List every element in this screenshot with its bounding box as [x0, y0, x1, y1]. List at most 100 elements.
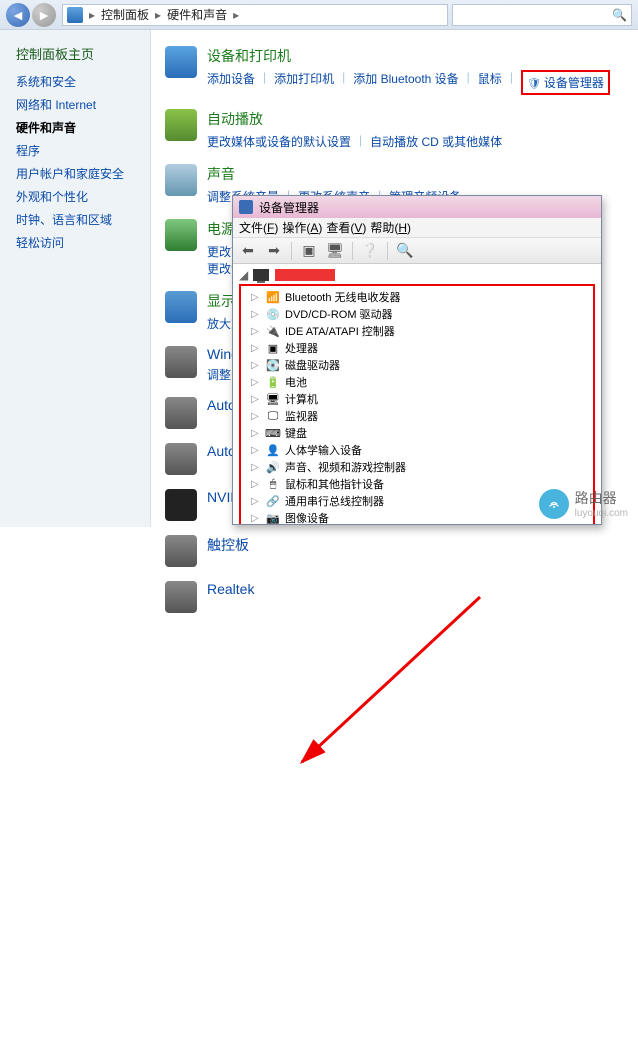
category-icon	[165, 535, 197, 567]
category-icon	[165, 397, 197, 429]
sidebar-title[interactable]: 控制面板主页	[16, 44, 140, 63]
device-manager-link[interactable]: 设备管理器	[527, 74, 604, 91]
category-icon	[165, 46, 197, 78]
node-label: IDE ATA/ATAPI 控制器	[285, 323, 395, 339]
toolbar: ⬅ ➡ ▣ 🖥 ❔ 🔍	[233, 238, 601, 264]
sidebar-item[interactable]: 硬件和声音	[16, 119, 140, 136]
menu-item[interactable]: 文件(F)	[239, 219, 278, 236]
category-links: 添加设备|添加打印机|添加 Bluetooth 设备|鼠标|设备管理器	[207, 70, 624, 95]
sidebar-item[interactable]: 时钟、语言和区域	[16, 211, 140, 228]
tb-back[interactable]: ⬅	[237, 241, 259, 261]
node-label: Bluetooth 无线电收发器	[285, 289, 401, 305]
category-title[interactable]: 声音	[207, 164, 624, 184]
category-link[interactable]: 更改媒体或设备的默认设置	[207, 133, 351, 150]
expand-icon[interactable]: ▷	[251, 445, 261, 456]
category-icon	[165, 581, 197, 613]
search-icon: 🔍	[612, 8, 627, 22]
tree-node[interactable]: ▷▣处理器	[243, 340, 591, 356]
tb-scan[interactable]: 🔍	[394, 241, 416, 261]
sidebar-item[interactable]: 系统和安全	[16, 73, 140, 90]
expand-icon[interactable]: ▷	[251, 326, 261, 337]
category-link[interactable]: 自动播放 CD 或其他媒体	[370, 133, 502, 150]
sidebar-item[interactable]: 程序	[16, 142, 140, 159]
node-icon: 📷	[265, 511, 281, 524]
menu-item[interactable]: 帮助(H)	[370, 219, 411, 236]
node-icon: 🖱	[265, 477, 281, 491]
chevron-right-icon: ▸	[89, 8, 95, 22]
node-label: 磁盘驱动器	[285, 357, 340, 373]
node-icon: ▣	[265, 341, 281, 355]
tree-node[interactable]: ▷⌨键盘	[243, 425, 591, 441]
tree-node[interactable]: ▷💿DVD/CD-ROM 驱动器	[243, 306, 591, 322]
expand-icon[interactable]: ▷	[251, 411, 261, 422]
expand-icon[interactable]: ▷	[251, 513, 261, 524]
expand-icon[interactable]: ▷	[251, 479, 261, 490]
sidebar-item[interactable]: 外观和个性化	[16, 188, 140, 205]
tree-node[interactable]: ▷🔌IDE ATA/ATAPI 控制器	[243, 323, 591, 339]
expand-icon[interactable]: ▷	[251, 394, 261, 405]
tb-fwd[interactable]: ➡	[263, 241, 285, 261]
category-row: 设备和打印机添加设备|添加打印机|添加 Bluetooth 设备|鼠标|设备管理…	[165, 46, 624, 95]
tb-computer[interactable]: 🖥	[324, 241, 346, 261]
category-title[interactable]: 设备和打印机	[207, 46, 624, 66]
expand-icon[interactable]: ▷	[251, 377, 261, 388]
tree-node[interactable]: ▷💽磁盘驱动器	[243, 357, 591, 373]
category-row: 自动播放更改媒体或设备的默认设置|自动播放 CD 或其他媒体	[165, 109, 624, 150]
tree-node[interactable]: ▷🖥计算机	[243, 391, 591, 407]
expand-icon[interactable]: ▷	[251, 496, 261, 507]
watermark: 路由器 luyouqi.com	[539, 488, 628, 519]
computer-icon	[253, 269, 269, 281]
breadcrumb[interactable]: ▸ 控制面板 ▸ 硬件和声音 ▸	[62, 4, 448, 26]
category-link[interactable]: 添加设备	[207, 70, 255, 95]
control-panel-icon	[67, 7, 83, 23]
node-icon: 👤	[265, 443, 281, 457]
node-icon: 🔗	[265, 494, 281, 508]
tb-properties[interactable]: ▣	[298, 241, 320, 261]
chevron-right-icon: ▸	[233, 8, 239, 22]
window-title: 设备管理器	[259, 199, 319, 216]
category-link[interactable]: 添加 Bluetooth 设备	[353, 70, 458, 95]
category-link[interactable]: 添加打印机	[274, 70, 334, 95]
category-title[interactable]: 触控板	[207, 535, 624, 555]
expand-icon[interactable]: ▷	[251, 343, 261, 354]
search-input[interactable]: 🔍	[452, 4, 632, 26]
forward-button[interactable]: ►	[32, 3, 56, 27]
expand-icon[interactable]: ▷	[251, 360, 261, 371]
expand-icon[interactable]: ▷	[251, 462, 261, 473]
tree-node[interactable]: ▷🔊声音、视频和游戏控制器	[243, 459, 591, 475]
category-title[interactable]: Realtek	[207, 581, 624, 597]
expand-icon[interactable]: ▷	[251, 292, 261, 303]
device-manager-link-highlight: 设备管理器	[521, 70, 610, 95]
sidebar-item[interactable]: 轻松访问	[16, 234, 140, 251]
back-button[interactable]: ◄	[6, 3, 30, 27]
menu-item[interactable]: 查看(V)	[326, 219, 366, 236]
node-label: 图像设备	[285, 510, 329, 524]
breadcrumb-section[interactable]: 硬件和声音	[163, 6, 231, 23]
window-titlebar[interactable]: 设备管理器	[233, 196, 601, 218]
node-icon: 🔊	[265, 460, 281, 474]
category-title[interactable]: 自动播放	[207, 109, 624, 129]
tree-node[interactable]: ▷👤人体学输入设备	[243, 442, 591, 458]
tree-node[interactable]: ▷ 🖵 监视器	[243, 408, 591, 424]
menu-item[interactable]: 操作(A)	[282, 219, 322, 236]
node-label: 通用串行总线控制器	[285, 493, 384, 509]
category-icon	[165, 443, 197, 475]
tree-root[interactable]: ◢	[239, 268, 595, 282]
tree-node[interactable]: ▷ 📶 Bluetooth 无线电收发器	[243, 289, 591, 305]
expand-icon[interactable]: ▷	[251, 428, 261, 439]
node-icon: 🖵	[265, 409, 281, 423]
tree-node[interactable]: ▷🔋电池	[243, 374, 591, 390]
breadcrumb-root[interactable]: 控制面板	[97, 6, 153, 23]
node-label: 键盘	[285, 425, 307, 441]
sidebar-item[interactable]: 网络和 Internet	[16, 96, 140, 113]
node-icon: 📶	[265, 290, 281, 304]
sidebar-item[interactable]: 用户帐户和家庭安全	[16, 165, 140, 182]
expand-icon[interactable]: ▷	[251, 309, 261, 320]
node-label: 电池	[285, 374, 307, 390]
node-label: 监视器	[285, 408, 318, 424]
device-manager-window: 设备管理器 文件(F)操作(A)查看(V)帮助(H) ⬅ ➡ ▣ 🖥 ❔ 🔍 ◢…	[232, 195, 602, 525]
collapse-icon[interactable]: ◢	[239, 268, 249, 282]
category-link[interactable]: 鼠标	[478, 70, 502, 95]
tb-help[interactable]: ❔	[359, 241, 381, 261]
node-label: DVD/CD-ROM 驱动器	[285, 306, 393, 322]
